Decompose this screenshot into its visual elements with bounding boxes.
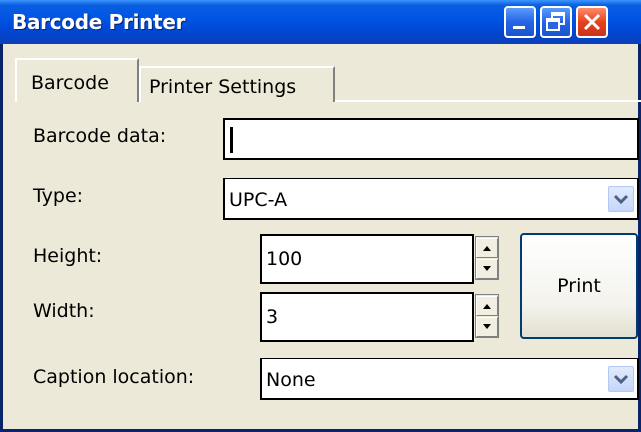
width-label: Width: [33,300,95,322]
barcode-data-input[interactable] [223,118,639,160]
arrow-down-icon [483,266,491,271]
tab-printer-settings[interactable]: Printer Settings [139,66,335,102]
print-button[interactable]: Print [520,233,638,339]
caption-location-select[interactable]: None [260,358,639,400]
title-bar[interactable]: Barcode Printer [0,0,641,44]
text-caret [230,127,233,153]
height-decrement-button[interactable] [476,259,498,279]
restore-button[interactable] [540,6,572,38]
type-select[interactable]: UPC-A [223,178,639,220]
width-input[interactable]: 3 [260,292,474,342]
type-dropdown-button[interactable] [608,186,634,212]
arrow-up-icon [483,246,491,251]
width-increment-button[interactable] [476,296,498,316]
arrow-up-icon [483,304,491,309]
type-select-value: UPC-A [229,189,288,211]
width-decrement-button[interactable] [476,317,498,337]
height-label: Height: [33,245,103,267]
main-window: Barcode Printer Barcode Printer Settings [0,0,641,432]
minimize-icon [513,26,525,29]
window-title: Barcode Printer [12,10,186,34]
chevron-down-icon [613,194,629,205]
height-input[interactable]: 100 [260,234,474,284]
arrow-down-icon [483,324,491,329]
tab-barcode[interactable]: Barcode [15,58,139,102]
close-button[interactable] [576,6,608,38]
width-stepper[interactable] [475,294,499,338]
barcode-data-label: Barcode data: [33,125,167,147]
chevron-down-icon [613,374,629,385]
height-increment-button[interactable] [476,238,498,258]
caption-location-label: Caption location: [33,366,195,388]
type-label: Type: [33,185,84,207]
minimize-button[interactable] [504,6,536,38]
restore-icon [546,12,565,31]
height-stepper[interactable] [475,236,499,280]
close-icon [583,13,601,31]
caption-location-value: None [266,369,316,391]
caption-dropdown-button[interactable] [608,366,634,392]
